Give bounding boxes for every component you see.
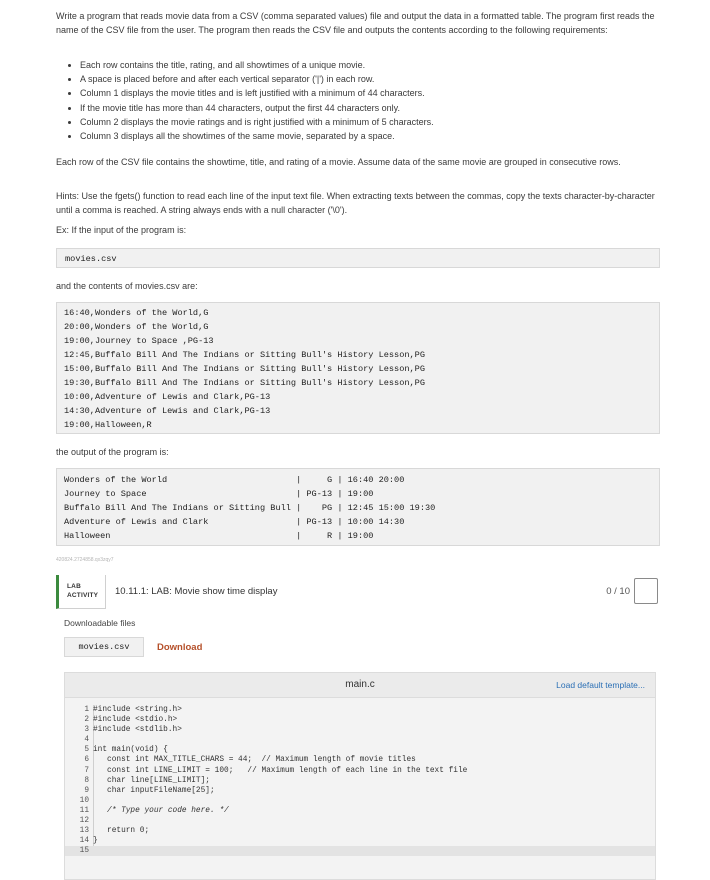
code-line: 14} bbox=[79, 837, 98, 846]
csv-line: 19:00,Halloween,R bbox=[64, 420, 152, 430]
csv-line: 20:00,Wonders of the World,G bbox=[64, 322, 209, 332]
csv-line: 19:30,Buffalo Bill And The Indians or Si… bbox=[64, 378, 425, 388]
output-line: Buffalo Bill And The Indians or Sitting … bbox=[64, 503, 436, 513]
code-line-active[interactable]: 15 bbox=[65, 846, 655, 857]
input-example-box: movies.csv bbox=[56, 248, 660, 268]
csv-line: 15:00,Buffalo Bill And The Indians or Si… bbox=[64, 364, 425, 374]
code-line-text: } bbox=[93, 837, 98, 846]
code-line-text: char line[LINE_LIMIT]; bbox=[93, 776, 210, 785]
output-line: Wonders of the World | G | 16:40 20:00 bbox=[64, 475, 405, 485]
code-line-text: #include <stdlib.h> bbox=[93, 726, 182, 735]
code-line: 6 const int MAX_TITLE_CHARS = 44; // Max… bbox=[84, 756, 416, 765]
load-default-template-link[interactable]: Load default template... bbox=[556, 680, 645, 690]
input-example: movies.csv bbox=[65, 254, 117, 264]
page: Write a program that reads movie data fr… bbox=[0, 0, 710, 880]
output-line: Halloween | R | 19:00 bbox=[64, 531, 374, 541]
code-line: 12 bbox=[79, 817, 89, 826]
example-label: Ex: If the input of the program is: bbox=[56, 225, 187, 235]
watermark: 420824.2724858.qx3zqy7 bbox=[56, 557, 114, 563]
code-line-text: return 0; bbox=[93, 827, 150, 836]
downloadable-file: movies.csv bbox=[64, 637, 144, 657]
editor-header: main.c Load default template... bbox=[65, 673, 655, 698]
lab-header: LAB ACTIVITY 10.11.1: LAB: Movie show ti… bbox=[56, 575, 660, 609]
lab-tag-line1: LAB bbox=[67, 583, 81, 590]
code-line: 11 /* Type your code here. */ bbox=[79, 806, 229, 815]
output-label: the output of the program is: bbox=[56, 447, 169, 457]
csv-line: 10:00,Adventure of Lewis and Clark,PG-13 bbox=[64, 392, 271, 402]
code-line-text: char inputFileName[25]; bbox=[93, 786, 215, 795]
score-icon bbox=[634, 578, 658, 604]
lab-title: 10.11.1: LAB: Movie show time display bbox=[115, 586, 278, 597]
code-line-text: int main(void) { bbox=[93, 746, 168, 755]
requirement-item: Column 3 displays all the showtimes of t… bbox=[80, 129, 640, 143]
requirement-item: Each row contains the title, rating, and… bbox=[80, 58, 640, 72]
csv-line: 12:45,Buffalo Bill And The Indians or Si… bbox=[64, 350, 425, 360]
requirement-item: A space is placed before and after each … bbox=[80, 72, 640, 86]
output-line: Journey to Space | PG-13 | 19:00 bbox=[64, 489, 374, 499]
lab-activity-tag: LAB ACTIVITY bbox=[56, 575, 106, 609]
code-line: 7 const int LINE_LIMIT = 100; // Maximum… bbox=[84, 766, 468, 775]
code-line: 3 #include <stdlib.h> bbox=[84, 726, 182, 735]
csv-note: Each row of the CSV file contains the sh… bbox=[56, 157, 621, 167]
code-line: 8 char line[LINE_LIMIT]; bbox=[84, 776, 210, 785]
code-line-text: #include <stdio.h> bbox=[93, 716, 178, 725]
code-line: 2 #include <stdio.h> bbox=[84, 716, 178, 725]
csv-contents-box: 16:40,Wonders of the World,G 20:00,Wonde… bbox=[56, 302, 660, 434]
score: 0 / 10 bbox=[606, 586, 630, 597]
code-line: 5 int main(void) { bbox=[84, 746, 168, 755]
code-line: 13 return 0; bbox=[79, 827, 150, 836]
requirement-item: Column 1 displays the movie titles and i… bbox=[80, 86, 640, 100]
code-line: 1 #include <string.h> bbox=[84, 706, 182, 714]
code-line-text: const int LINE_LIMIT = 100; // Maximum l… bbox=[93, 766, 468, 775]
code-line: 9 char inputFileName[25]; bbox=[84, 786, 215, 795]
requirement-item: Column 2 displays the movie ratings and … bbox=[80, 115, 640, 129]
output-box: Wonders of the World | G | 16:40 20:00 J… bbox=[56, 468, 660, 546]
code-line: 10 bbox=[79, 796, 89, 805]
hints-text: Hints: Use the fgets() function to read … bbox=[56, 191, 655, 215]
code-line-text: #include <string.h> bbox=[93, 706, 182, 714]
code-line-text: const int MAX_TITLE_CHARS = 44; // Maxim… bbox=[93, 756, 416, 765]
csv-line: 19:00,Journey to Space ,PG-13 bbox=[64, 336, 214, 346]
intro-text: Write a program that reads movie data fr… bbox=[56, 11, 655, 35]
downloadable-files-label: Downloadable files bbox=[64, 618, 136, 628]
output-line: Adventure of Lewis and Clark | PG-13 | 1… bbox=[64, 517, 405, 527]
code-line: 4 bbox=[84, 736, 89, 745]
code-line-text: /* Type your code here. */ bbox=[93, 806, 229, 815]
requirements-list: Each row contains the title, rating, and… bbox=[56, 58, 640, 143]
code-area[interactable]: 1 #include <string.h> 2 #include <stdio.h>… bbox=[65, 705, 655, 857]
lab-tag-line2: ACTIVITY bbox=[67, 592, 99, 599]
csv-line: 14:30,Adventure of Lewis and Clark,PG-13 bbox=[64, 406, 271, 416]
code-editor[interactable]: main.c Load default template... 1 #includ… bbox=[64, 672, 656, 880]
requirement-item: If the movie title has more than 44 char… bbox=[80, 101, 640, 115]
contents-label: and the contents of movies.csv are: bbox=[56, 281, 198, 291]
csv-line: 16:40,Wonders of the World,G bbox=[64, 308, 209, 318]
download-link[interactable]: Download bbox=[157, 642, 202, 653]
